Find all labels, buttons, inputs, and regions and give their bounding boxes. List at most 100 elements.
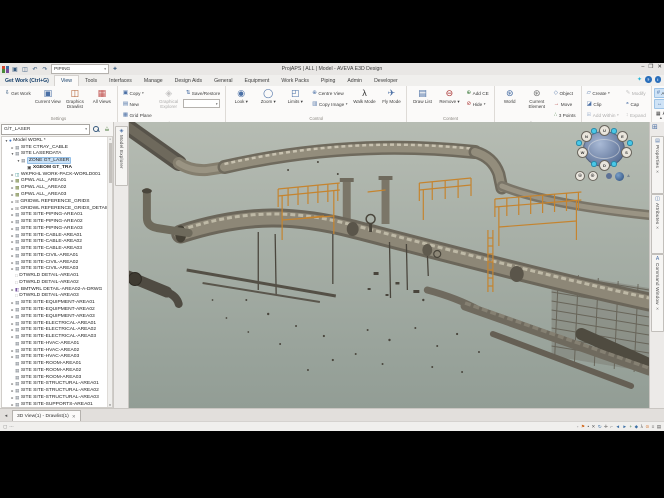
- close-icon[interactable]: ✕: [656, 225, 659, 230]
- new-button[interactable]: ▤New: [120, 99, 155, 109]
- tree-item-site-site-piping-area03[interactable]: ▸▦SITE SITE-PIPING-AREA03: [2, 225, 112, 232]
- tree-item-site-site-piping-area02[interactable]: ▸▦SITE SITE-PIPING-AREA02: [2, 218, 112, 225]
- hide-button[interactable]: ⊘Hide▾: [463, 99, 491, 109]
- tree-item-gridwl-reference-grids[interactable]: ▸⊞GRIDWL REFERENCE_GRIDS: [2, 198, 112, 205]
- draw-list-button[interactable]: ▤Draw List: [409, 87, 435, 104]
- tree-item-gpwl-all-area02[interactable]: ▸▩GPWL ALL_AREA02: [2, 184, 112, 191]
- tree-item-site-site-hvac-area03[interactable]: ▸▦SITE SITE-HVAC-AREA03: [2, 354, 112, 361]
- close-icon[interactable]: ✕: [656, 169, 659, 174]
- sparkle-icon[interactable]: ✦: [637, 76, 642, 83]
- undo-button[interactable]: ↶: [31, 65, 39, 74]
- minimize-button[interactable]: –: [641, 64, 644, 70]
- info-icon[interactable]: i: [655, 76, 662, 83]
- tree-item-site-site-structural-area02[interactable]: ▸▦SITE SITE-STRUCTURAL-AREA02: [2, 387, 112, 394]
- nav-south-knob[interactable]: S: [621, 147, 632, 158]
- grid-icon[interactable]: ▤: [657, 424, 661, 429]
- remove-button[interactable]: ⊖Remove ▾: [436, 87, 462, 104]
- discipline-combo[interactable]: PIPING▾: [51, 64, 109, 74]
- close-tab-icon[interactable]: ✕: [72, 414, 76, 420]
- zoom-in-button[interactable]: ⊕: [575, 171, 585, 181]
- nav-east-knob[interactable]: E: [617, 131, 628, 142]
- prev-view-icon[interactable]: ◄: [616, 424, 620, 429]
- search-input[interactable]: G/T_LASER▾: [1, 124, 90, 135]
- tree-item-gpwl-all-area03[interactable]: ▸▩GPWL ALL_AREA03: [2, 191, 112, 198]
- snap-icon[interactable]: •: [587, 424, 589, 429]
- orbit-icon[interactable]: ↻: [598, 424, 602, 429]
- 3d-viewport[interactable]: U N E W S D ⊕ ⊕ ▲: [129, 122, 649, 408]
- perspective-button[interactable]: ▲: [626, 173, 631, 179]
- tree-item-site-site-hvac-area02[interactable]: ▸▦SITE SITE-HVAC-AREA02: [2, 347, 112, 354]
- tree-item-site-site-structural-area01[interactable]: ▸▦SITE SITE-STRUCTURAL-AREA01: [2, 381, 112, 388]
- filter-button[interactable]: ⧋: [102, 124, 112, 134]
- tree-item-site-site-equipment-area02[interactable]: ▸▦SITE SITE-EQUIPMENT-AREA02: [2, 306, 112, 313]
- cap-button[interactable]: ◓Cap: [623, 99, 649, 109]
- tab-manage[interactable]: Manage: [138, 76, 169, 86]
- gauge-icon[interactable]: ◆: [635, 424, 638, 429]
- tree-item-site-site-civil-area03[interactable]: ▸▦SITE SITE-CIVIL-AREA03: [2, 266, 112, 273]
- tree-item-site-site-piping-area01[interactable]: ▸▦SITE SITE-PIPING-AREA01: [2, 211, 112, 218]
- nav-west-knob[interactable]: W: [577, 147, 588, 158]
- redo-button[interactable]: ↷: [41, 65, 49, 74]
- tab-view[interactable]: View: [54, 75, 79, 86]
- 3-points-button[interactable]: ∴3 Points: [551, 110, 579, 120]
- tree-item-site-site-room-area02[interactable]: ▦SITE SITE-ROOM-AREA02: [2, 367, 112, 374]
- pan-icon[interactable]: ✛: [604, 424, 608, 429]
- all-views-button[interactable]: ▦All Views: [89, 87, 115, 104]
- tree-item-site-site-electrical-area02[interactable]: ▸▦SITE SITE-ELECTRICAL-AREA02: [2, 326, 112, 333]
- tree-item-site-site-cable-area01[interactable]: ▸▦SITE SITE-CABLE-AREA01: [2, 232, 112, 239]
- panel-grid-icon[interactable]: ⊞: [652, 124, 658, 132]
- tab-properties[interactable]: ▤Properties✕: [651, 136, 664, 194]
- tab-piping[interactable]: Piping: [315, 76, 341, 86]
- globe-button[interactable]: [615, 172, 624, 181]
- tree-item-site-ctray-cable[interactable]: ▸▦SITE CTRAY_CABLE: [2, 144, 112, 151]
- tree-item-gridwl-reference-grids-detail[interactable]: ▸⊞GRIDWL REFERENCE_GRIDS_DETAIL: [2, 205, 112, 212]
- walk-icon[interactable]: λ: [641, 424, 643, 429]
- zoom-button[interactable]: ◯Zoom ▾: [255, 87, 281, 104]
- tab-tools[interactable]: Tools: [79, 76, 103, 86]
- tree-item-dtwrld-detail-area01[interactable]: □DTWRLD DETAIL-AREA01: [2, 272, 112, 279]
- pin-icon[interactable]: ⊙: [645, 424, 649, 429]
- close-button[interactable]: ✕: [657, 64, 662, 70]
- view-mode-dot[interactable]: [606, 173, 612, 179]
- tab-general[interactable]: General: [208, 76, 238, 86]
- tree-item-dtwrld-detail-area02[interactable]: □DTWRLD DETAIL-AREA02: [2, 279, 112, 286]
- tree-item-site-site-electrical-area03[interactable]: ▸▦SITE SITE-ELECTRICAL-AREA03: [2, 333, 112, 340]
- copy-image-button[interactable]: ▥Copy Image▾: [309, 99, 350, 109]
- layers-icon[interactable]: ≡: [652, 424, 655, 429]
- cut-icon[interactable]: ✕: [592, 424, 596, 429]
- tab-attributes[interactable]: ◫Attributes✕: [651, 194, 664, 254]
- add-point-icon[interactable]: +: [629, 424, 632, 429]
- tree-item-site-site-structural-area03[interactable]: ▸▦SITE SITE-STRUCTURAL-AREA03: [2, 394, 112, 401]
- fly-mode-button[interactable]: ✈Fly Mode: [378, 87, 404, 104]
- tree-item-dtwrld-detail-area03[interactable]: □DTWRLD DETAIL-AREA03: [2, 293, 112, 300]
- tree-item-site-site-supports-area01[interactable]: ▸▦SITE SITE-SUPPORTS-AREA01: [2, 401, 112, 408]
- backstage-tab[interactable]: Get Work (Ctrl+G): [0, 76, 54, 86]
- measure-icon[interactable]: ⌐: [610, 424, 613, 429]
- zoom-out-button[interactable]: ⊕: [588, 171, 598, 181]
- tab-admin[interactable]: Admin: [341, 76, 368, 86]
- get-work-button[interactable]: ⇩Get Work: [2, 88, 34, 98]
- tree-item-site-site-equipment-area03[interactable]: ▸▦SITE SITE-EQUIPMENT-AREA03: [2, 313, 112, 320]
- annotate-button[interactable]: #Annotate: [654, 88, 664, 98]
- add-ce-button[interactable]: ⊕Add CE: [463, 88, 491, 98]
- create-button[interactable]: ▱Create▾: [584, 88, 622, 98]
- nav-north-knob[interactable]: N: [581, 131, 592, 142]
- tree-item-site-site-cable-area02[interactable]: ▸▦SITE SITE-CABLE-AREA02: [2, 238, 112, 245]
- tree-item-bmtwrl-detail-area02-a-drwg[interactable]: ▸◧BMTWRL DETAIL-AREA02-A-DRWG: [2, 286, 112, 293]
- move-button[interactable]: →Move: [551, 99, 579, 109]
- tab-model-explorer[interactable]: ◈ Model Explorer: [115, 126, 128, 186]
- tab-interfaces[interactable]: Interfaces: [103, 76, 138, 86]
- flag-icon[interactable]: ⚑: [581, 424, 585, 429]
- tree-item-site-site-hvac-area01[interactable]: ▦SITE SITE-HVAC-AREA01: [2, 340, 112, 347]
- help-icon[interactable]: ?: [645, 76, 652, 83]
- tree-item-site-site-room-area03[interactable]: ▦SITE SITE-ROOM-AREA03: [2, 374, 112, 381]
- current-view-button[interactable]: ▣Current View: [35, 87, 61, 104]
- tree-item-site-site-equipment-area01[interactable]: ▸▦SITE SITE-EQUIPMENT-AREA01: [2, 299, 112, 306]
- tree-item-site-site-room-area01[interactable]: ▦SITE SITE-ROOM-AREA01: [2, 360, 112, 367]
- dimension-button[interactable]: ↔Dimension: [654, 99, 664, 109]
- session-button[interactable]: ◫: [21, 65, 29, 74]
- tree-item-model-worl[interactable]: ▾●Model WORL *: [2, 137, 112, 144]
- view-preset-combo[interactable]: ▾: [183, 99, 220, 108]
- clip-button[interactable]: ◪Clip: [584, 99, 622, 109]
- tree-item-site-site-cable-area03[interactable]: ▸▦SITE SITE-CABLE-AREA03: [2, 245, 112, 252]
